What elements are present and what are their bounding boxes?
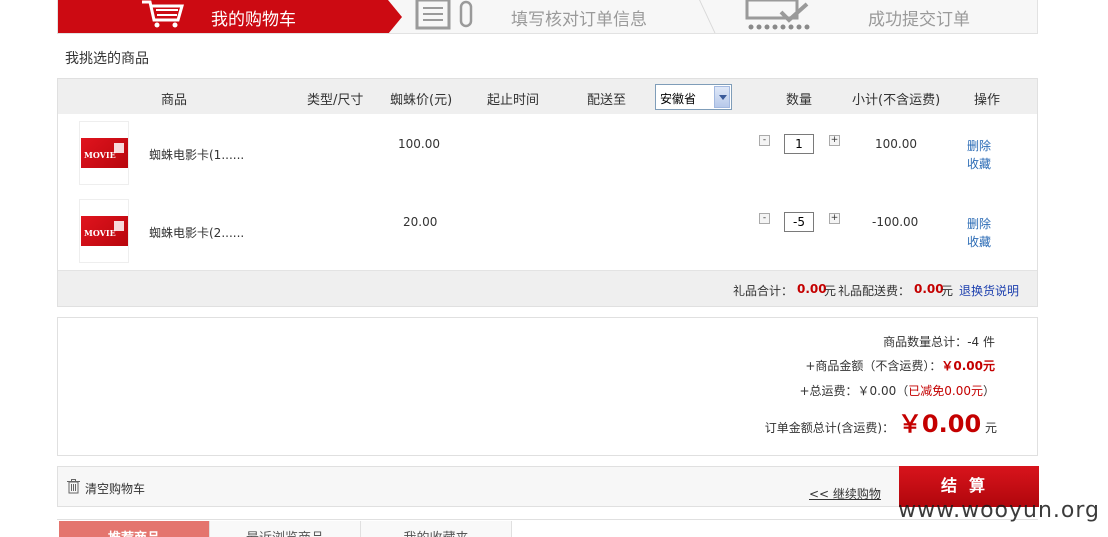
tab-my-favorites[interactable]: 我的收藏夹 (361, 521, 512, 537)
header-quantity: 数量 (786, 93, 813, 108)
gift-total-unit: 元 (824, 284, 837, 298)
chevron-down-icon[interactable] (714, 86, 730, 108)
header-product: 商品 (161, 93, 188, 108)
header-subtotal: 小计(不含运费) (852, 93, 941, 108)
row-subtotal: -100.00 (872, 215, 919, 229)
favorite-link[interactable]: 收藏 (967, 233, 991, 250)
delete-link[interactable]: 删除 (967, 137, 991, 154)
favorite-link[interactable]: 收藏 (967, 155, 991, 172)
table-row: MOVIE 蜘蛛电影卡(2...... 20.00 - -5 + -100.00… (58, 197, 1037, 275)
watermark: www.wooyun.org (898, 498, 1100, 523)
order-summary: 商品数量总计：-4 件 +商品金额（不含运费）：￥0.00元 +总运费：￥0.0… (57, 317, 1038, 456)
tab-recommended[interactable]: 推荐商品 (59, 521, 210, 537)
row-subtotal: 100.00 (875, 137, 917, 151)
product-thumbnail[interactable]: MOVIE (79, 121, 129, 185)
recommend-tabs: 推荐商品 最近浏览商品 我的收藏夹 (57, 519, 1038, 537)
order-total-line: 订单金额总计(含运费)： ￥0.00 元 (764, 410, 997, 438)
header-price: 蜘蛛价(元) (390, 93, 453, 108)
gift-total-label: 礼品合计： (733, 284, 794, 298)
header-operation: 操作 (974, 93, 1001, 108)
gift-shipping-value: 0.00 (914, 282, 944, 296)
step-arrow (388, 0, 402, 33)
step-order-submitted: 成功提交订单 (868, 10, 970, 30)
header-type-size: 类型/尺寸 (307, 93, 364, 108)
shipping-waived: 已减免0.00元 (908, 384, 983, 398)
movie-card-image: MOVIE (81, 138, 128, 168)
gift-summary-bar: 礼品合计： 0.00 元 礼品配送费： 0.00 元 退换货说明 (58, 270, 1037, 306)
trash-icon[interactable] (67, 479, 80, 494)
quantity-decrease-button[interactable]: - (759, 213, 770, 224)
step-divider (682, 0, 716, 33)
item-count-value: -4 (967, 335, 980, 349)
product-name-link[interactable]: 蜘蛛电影卡(1...... (149, 146, 244, 163)
step-fill-order: 填写核对订单信息 (511, 10, 647, 30)
quantity-input[interactable]: 1 (784, 134, 814, 154)
cart-table: 商品 类型/尺寸 蜘蛛价(元) 起止时间 配送至 安徽省 数量 小计(不含运费)… (57, 78, 1038, 307)
product-price: 100.00 (398, 137, 440, 151)
quantity-increase-button[interactable]: + (829, 213, 840, 224)
header-ship-to: 配送至 (587, 93, 627, 108)
goods-amount-value: ￥0.00元 (941, 359, 995, 373)
gift-total-value: 0.00 (797, 282, 827, 296)
movie-card-image: MOVIE (81, 216, 128, 246)
order-form-icon (415, 0, 473, 30)
shopping-cart-icon (142, 0, 184, 28)
order-total-value: ￥0.00 (897, 410, 982, 438)
delete-link[interactable]: 删除 (967, 215, 991, 232)
gift-shipping-unit: 元 (941, 284, 954, 298)
item-count-line: 商品数量总计：-4 件 (883, 335, 995, 349)
quantity-decrease-button[interactable]: - (759, 135, 770, 146)
quantity-increase-button[interactable]: + (829, 135, 840, 146)
cart-actions-bar: 清空购物车 << 继续购物 结算 (57, 466, 1039, 507)
province-selected-value: 安徽省 (660, 92, 697, 106)
tab-recently-viewed[interactable]: 最近浏览商品 (210, 521, 361, 537)
header-period: 起止时间 (487, 93, 540, 108)
province-select[interactable]: 安徽省 (655, 84, 732, 110)
shipping-line: +总运费：￥0.00（已减免0.00元） (799, 384, 995, 398)
product-price: 20.00 (403, 215, 438, 229)
product-thumbnail[interactable]: MOVIE (79, 199, 129, 263)
quantity-input[interactable]: -5 (784, 212, 814, 232)
order-submitted-icon (745, 0, 810, 30)
gift-shipping-label: 礼品配送费： (838, 284, 911, 298)
checkout-steps: 我的购物车 填写核对订单信息 成功提交订单 (57, 0, 1038, 34)
table-row: MOVIE 蜘蛛电影卡(1...... 100.00 - 1 + 100.00 … (58, 119, 1037, 197)
return-policy-link[interactable]: 退换货说明 (959, 282, 1019, 299)
step-my-cart: 我的购物车 (211, 10, 296, 30)
goods-amount-line: +商品金额（不含运费）：￥0.00元 (805, 359, 995, 373)
section-title: 我挑选的商品 (65, 51, 149, 67)
table-header: 商品 类型/尺寸 蜘蛛价(元) 起止时间 配送至 安徽省 数量 小计(不含运费)… (58, 79, 1037, 114)
product-name-link[interactable]: 蜘蛛电影卡(2...... (149, 224, 244, 241)
clear-cart-button[interactable]: 清空购物车 (85, 480, 145, 497)
continue-shopping-link[interactable]: << 继续购物 (809, 485, 881, 502)
